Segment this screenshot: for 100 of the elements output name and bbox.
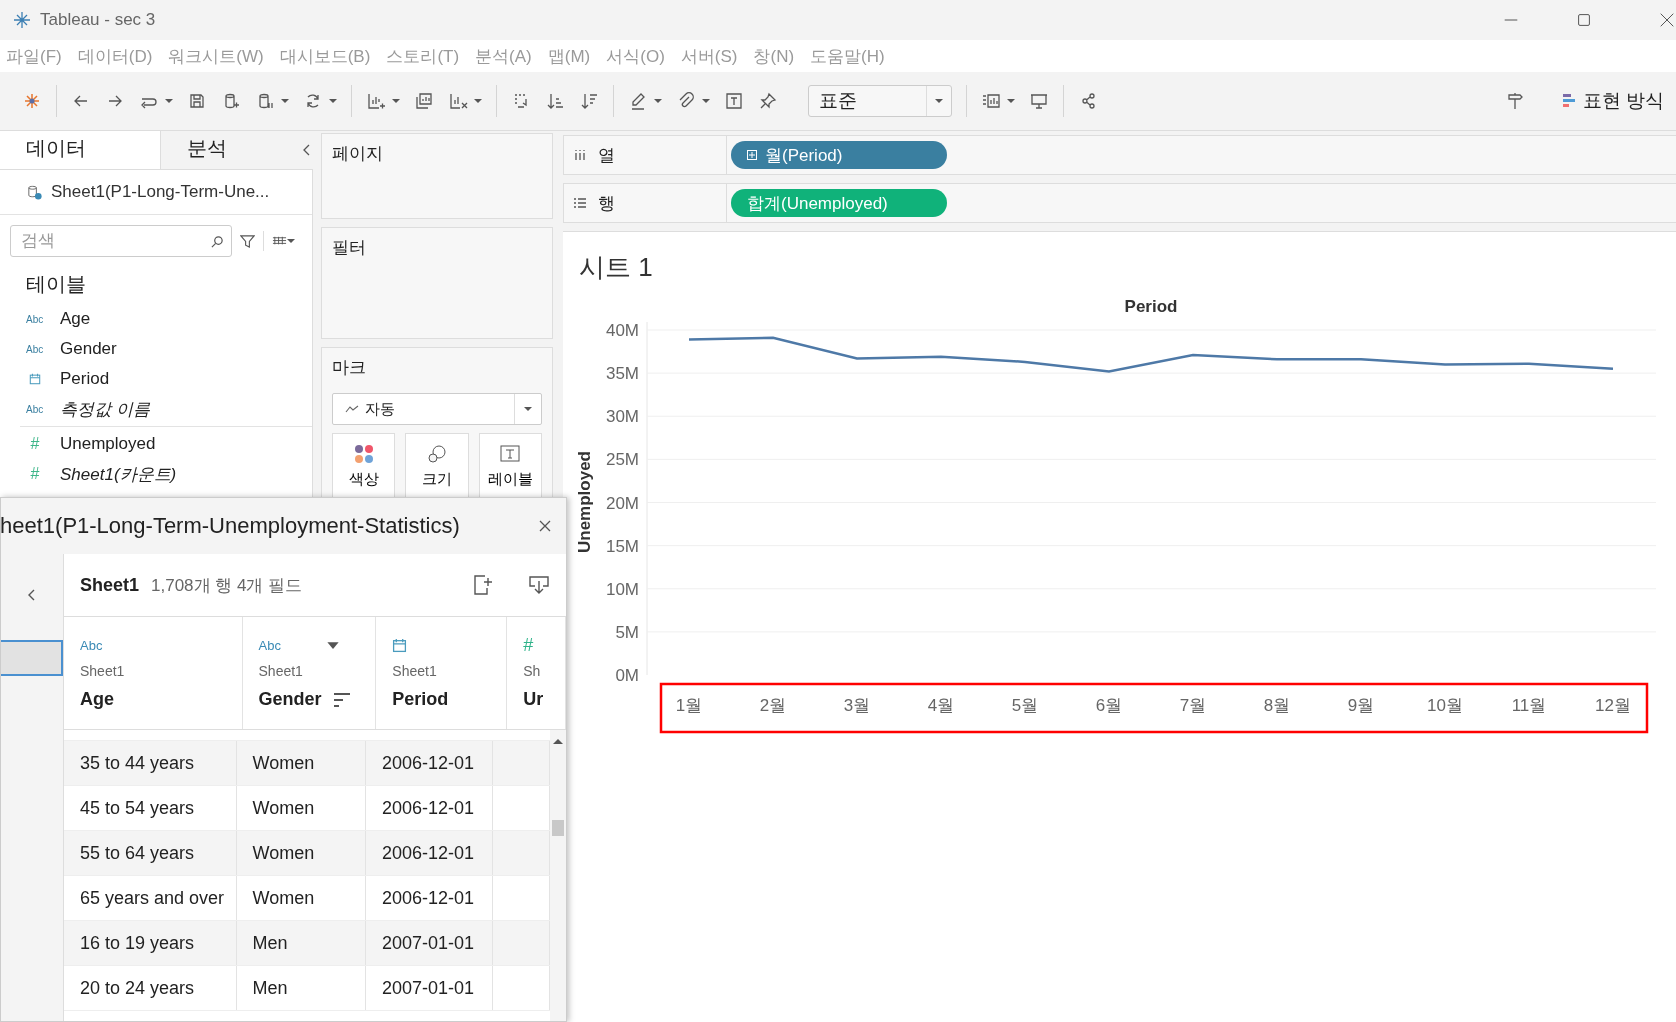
caret-icon[interactable] — [326, 640, 339, 650]
chart-title: Period — [1124, 297, 1178, 316]
pin-icon[interactable] — [758, 91, 778, 111]
bar-chart-icon — [1562, 94, 1575, 108]
column-header[interactable]: Ur — [523, 689, 544, 710]
tick-label: 12월 — [1595, 696, 1631, 715]
field-name[interactable]: 측정값 이름 — [60, 397, 150, 421]
caret-icon[interactable] — [474, 98, 482, 104]
caret-icon[interactable] — [165, 98, 173, 104]
caret-icon[interactable] — [654, 98, 662, 104]
field-name[interactable]: Gender — [60, 339, 117, 359]
datasource-name[interactable]: Sheet1(P1-Long-Term-Une... — [51, 182, 270, 202]
close-icon[interactable] — [538, 519, 552, 533]
column-source: Sheet1 — [392, 663, 438, 679]
table-cell: 20 to 24 years — [64, 966, 237, 1010]
column-header[interactable]: Gender — [258, 689, 322, 710]
column-header-cell[interactable]: Abc Sheet1 Age — [64, 617, 243, 729]
table-cell: 35 to 44 years — [64, 741, 237, 785]
column-source: Sheet1 — [258, 663, 304, 679]
field-name[interactable]: Unemployed — [60, 434, 156, 454]
tick-label: 7월 — [1179, 696, 1207, 715]
sort-descending-icon[interactable] — [579, 91, 599, 111]
column-header[interactable]: Period — [392, 689, 449, 710]
column-source: Sheet1 — [80, 663, 126, 679]
sort-icon[interactable] — [333, 692, 350, 707]
chart-layout-icon[interactable] — [981, 91, 1001, 111]
table-cell: Men — [236, 921, 367, 965]
show-me-button[interactable]: 표현 방식 — [1562, 88, 1664, 114]
section-heading: 테이블 — [25, 272, 87, 297]
sheet-title: 시트 1 — [578, 251, 654, 284]
table-cell: Women — [236, 741, 367, 785]
table-cell: 2007-01-01 — [366, 921, 493, 965]
text-box-icon[interactable] — [724, 91, 744, 111]
table-cell: Women — [236, 831, 367, 875]
download-icon[interactable] — [528, 574, 550, 596]
caret-icon[interactable] — [1007, 98, 1015, 104]
field-name[interactable]: Age — [60, 309, 91, 329]
pane-tab[interactable]: 데이터 — [0, 131, 160, 169]
back-icon[interactable] — [27, 588, 37, 602]
caret-icon — [524, 406, 532, 412]
close-icon[interactable] — [1658, 11, 1676, 29]
expand-icon — [747, 150, 757, 160]
tableau-logo-icon[interactable] — [22, 91, 42, 111]
tick-label: 11월 — [1511, 696, 1547, 715]
caret-icon[interactable] — [281, 98, 289, 104]
axis-title: Unemployed — [575, 451, 594, 553]
sort-ascending-icon[interactable] — [545, 91, 565, 111]
maximize-icon[interactable] — [1575, 11, 1593, 29]
column-header-cell[interactable]: Abc Sheet1 Gender — [242, 617, 377, 729]
tick-label: 10월 — [1427, 696, 1463, 715]
table-cell: 55 to 64 years — [64, 831, 237, 875]
caret-icon[interactable] — [702, 98, 710, 104]
scroll-up-icon[interactable] — [553, 738, 563, 744]
save-icon[interactable] — [187, 91, 207, 111]
search-field[interactable]: 검색 — [10, 225, 232, 257]
field-type-label: Abc — [26, 403, 44, 415]
caret-icon — [935, 98, 943, 104]
shelf-label: 행 — [598, 192, 615, 215]
tick-label: 2월 — [759, 696, 787, 715]
caret-icon[interactable] — [329, 98, 337, 104]
mark-type-dropdown[interactable]: 자동 — [332, 393, 542, 425]
field-type-label: Abc — [26, 313, 44, 325]
column-header-cell[interactable]: # Sh Ur — [507, 617, 566, 729]
column-header-cell[interactable]: Sheet1 Period — [376, 617, 508, 729]
presentation-icon[interactable] — [1029, 91, 1049, 111]
caret-icon[interactable] — [392, 98, 400, 104]
new-chart-icon[interactable] — [366, 91, 386, 111]
field-name[interactable]: Sheet1(카운트) — [60, 462, 177, 486]
table-cell: 2006-12-01 — [366, 741, 493, 785]
line-icon — [345, 405, 359, 413]
add-page-icon[interactable] — [472, 574, 494, 596]
datasource-icon — [26, 183, 43, 201]
table-cell: 16 to 19 years — [64, 921, 237, 965]
tick-label: 5월 — [1011, 696, 1039, 715]
table-list-item[interactable] — [1, 640, 63, 676]
clear-chart-icon[interactable] — [448, 91, 468, 111]
field-name[interactable]: Period — [60, 369, 110, 389]
field-type-label: # — [29, 465, 41, 483]
field-pill[interactable]: 월(Period) — [731, 141, 947, 169]
tick-label: 8월 — [1263, 696, 1291, 715]
filter-icon[interactable] — [240, 233, 255, 249]
scrollbar[interactable] — [550, 730, 566, 1021]
card-title: 필터 — [332, 238, 366, 257]
caret-icon[interactable] — [287, 238, 295, 244]
rows-icon — [574, 197, 586, 209]
fit-dropdown[interactable]: 표준 — [808, 85, 952, 117]
scrollbar-thumb[interactable] — [552, 820, 564, 836]
circles-icon — [427, 444, 447, 464]
columns-icon — [574, 149, 586, 161]
tick-label: 0M — [615, 666, 639, 685]
table-cell: 65 years and over — [64, 876, 237, 920]
collapse-icon[interactable] — [302, 143, 312, 157]
duplicate-chart-icon[interactable] — [414, 91, 434, 111]
field-type-label: # — [523, 634, 534, 656]
table-name: Sheet1 — [80, 574, 140, 596]
tick-label: 25M — [605, 450, 639, 470]
tick-label: 1월 — [675, 696, 703, 715]
tick-label: 40M — [605, 321, 639, 340]
tick-label: 5M — [615, 622, 639, 642]
column-header[interactable]: Age — [80, 689, 114, 710]
